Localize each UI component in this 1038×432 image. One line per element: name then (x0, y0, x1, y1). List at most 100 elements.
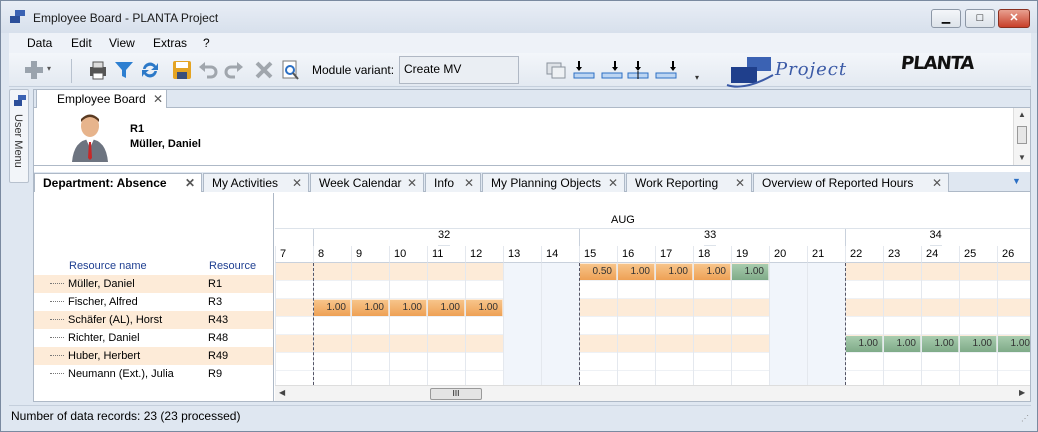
gantt-day-column (731, 263, 769, 385)
resize-grip-icon[interactable]: ⋰ (1021, 414, 1029, 423)
preview-icon[interactable] (279, 59, 301, 81)
scroll-up-icon[interactable]: ▲ (1018, 110, 1026, 119)
user-menu-tab[interactable]: User Menu (9, 89, 29, 183)
scroll-thumb[interactable]: III (430, 388, 482, 400)
filter-icon[interactable] (113, 59, 135, 81)
redo-icon[interactable] (223, 59, 245, 81)
scroll-thumb[interactable] (1017, 126, 1027, 144)
resource-list: Resource name Resource Müller, Daniel R1… (34, 193, 274, 401)
allocation-bar[interactable]: 1.00 (922, 336, 959, 352)
minimize-button[interactable]: ▁ (931, 9, 961, 28)
tab-week-calendar[interactable]: Week Calendar ✕ (310, 173, 424, 192)
tab-my-activities[interactable]: My Activities ✕ (203, 173, 309, 192)
app-window: Employee Board - PLANTA Project ▁ □ ✕ Da… (0, 0, 1038, 432)
allocation-bar[interactable]: 1.00 (846, 336, 883, 352)
menu-view[interactable]: View (109, 36, 135, 50)
maximize-icon: □ (976, 12, 984, 24)
allocation-bar[interactable]: 1.00 (884, 336, 921, 352)
delete-icon[interactable] (253, 59, 275, 81)
close-tab-icon[interactable]: ✕ (932, 176, 942, 190)
resource-name-cell: Huber, Herbert (68, 350, 141, 362)
gantt-day-column (883, 263, 921, 385)
toolbar: ▾ Module variant: Create MV ▾ Project PL… (9, 53, 1031, 88)
menu-extras[interactable]: Extras (153, 36, 187, 50)
add-icon[interactable] (23, 59, 45, 81)
tab-info[interactable]: Info ✕ (425, 173, 481, 192)
allocation-bar[interactable]: 1.00 (960, 336, 997, 352)
module-variant-field[interactable]: Create MV (399, 56, 519, 84)
gantt-day-column (389, 263, 427, 385)
close-tab-icon[interactable]: ✕ (153, 92, 163, 106)
gantt-day-column (465, 263, 503, 385)
toolbar-overflow-icon[interactable]: ▾ (695, 73, 699, 82)
table-row[interactable]: Huber, Herbert R49 (34, 347, 273, 365)
tab-list-dropdown-icon[interactable]: ▼ (1012, 176, 1021, 186)
menu-data[interactable]: Data (27, 36, 52, 50)
minimize-icon: ▁ (941, 12, 951, 24)
tab-overview-reported-hours[interactable]: Overview of Reported Hours ✕ (753, 173, 949, 192)
week-label: 33 (704, 229, 717, 246)
project-logo-text: Project (775, 59, 848, 80)
avatar (72, 114, 108, 162)
move-end-icon[interactable] (655, 59, 677, 81)
close-window-button[interactable]: ✕ (998, 9, 1030, 28)
scroll-right-icon[interactable]: ▶ (1019, 388, 1025, 397)
tab-department-absence[interactable]: Department: Absence ✕ (34, 173, 202, 192)
table-row[interactable]: Fischer, Alfred R3 (34, 293, 273, 311)
save-icon[interactable] (171, 59, 193, 81)
scroll-left-icon[interactable]: ◀ (279, 388, 285, 397)
column-header-resource-name[interactable]: Resource name (69, 260, 147, 272)
move-down-icon[interactable] (573, 59, 595, 81)
gantt-chart: AUG 7 8 9 10 11 12 13 14 15 16 17 18 19 20 21 22 23 24 25 2… (275, 193, 1030, 401)
menu-edit[interactable]: Edit (71, 36, 92, 50)
allocation-bar[interactable]: 1.00 (732, 264, 769, 280)
allocation-bar[interactable]: 1.00 (618, 264, 655, 280)
allocation-bar[interactable]: 1.00 (314, 300, 351, 316)
insert-between-icon[interactable] (627, 59, 649, 81)
gantt-day-column (959, 263, 997, 385)
resource-name-cell: Müller, Daniel (68, 278, 135, 290)
allocation-bar[interactable]: 1.00 (694, 264, 731, 280)
project-logo: Project (715, 35, 865, 88)
column-header-resource[interactable]: Resource (209, 260, 256, 272)
window-layout-icon[interactable] (545, 59, 567, 81)
tab-my-planning-objects[interactable]: My Planning Objects ✕ (482, 173, 625, 192)
close-tab-icon[interactable]: ✕ (464, 176, 474, 190)
refresh-icon[interactable] (139, 59, 161, 81)
maximize-button[interactable]: □ (965, 9, 995, 28)
move-right-down-icon[interactable] (601, 59, 623, 81)
allocation-bar[interactable]: 1.00 (352, 300, 389, 316)
resource-name-cell: Richter, Daniel (68, 332, 140, 344)
day-label: 16 (617, 246, 655, 263)
tab-employee-board[interactable]: Employee Board ✕ (36, 89, 167, 108)
day-label: 9 (351, 246, 389, 263)
header-scrollbar[interactable]: ▲ ▼ (1013, 108, 1030, 165)
table-row[interactable]: Richter, Daniel R48 (34, 329, 273, 347)
allocation-bar[interactable]: 1.00 (428, 300, 465, 316)
allocation-bar[interactable]: 1.00 (998, 336, 1030, 352)
table-row[interactable]: Neumann (Ext.), Julia R9 (34, 365, 273, 383)
close-tab-icon[interactable]: ✕ (185, 176, 195, 190)
close-tab-icon[interactable]: ✕ (292, 176, 302, 190)
gantt-day-column (503, 263, 541, 385)
tab-work-reporting[interactable]: Work Reporting ✕ (626, 173, 752, 192)
resource-header: R1 Müller, Daniel ▲ ▼ (34, 108, 1030, 166)
day-label: 20 (769, 246, 807, 263)
gantt-horizontal-scrollbar[interactable]: ◀ III ▶ (275, 385, 1030, 401)
table-row[interactable]: Schäfer (AL), Horst R43 (34, 311, 273, 329)
allocation-bar[interactable]: 1.00 (656, 264, 693, 280)
menu-help[interactable]: ? (203, 36, 210, 50)
main-panel: Employee Board ✕ R1 Müller, Daniel ▲ ▼ D… (33, 89, 1031, 402)
allocation-bar[interactable]: 1.00 (390, 300, 427, 316)
allocation-bar[interactable]: 1.00 (466, 300, 503, 316)
close-tab-icon[interactable]: ✕ (608, 176, 618, 190)
close-tab-icon[interactable]: ✕ (735, 176, 745, 190)
resource-name: Müller, Daniel (130, 138, 201, 150)
allocation-bar[interactable]: 0.50 (580, 264, 617, 280)
close-tab-icon[interactable]: ✕ (407, 176, 417, 190)
table-row[interactable]: Müller, Daniel R1 (34, 275, 273, 293)
print-icon[interactable] (87, 59, 109, 81)
scroll-down-icon[interactable]: ▼ (1018, 153, 1026, 162)
add-dropdown-icon[interactable]: ▾ (47, 64, 51, 73)
undo-icon[interactable] (197, 59, 219, 81)
